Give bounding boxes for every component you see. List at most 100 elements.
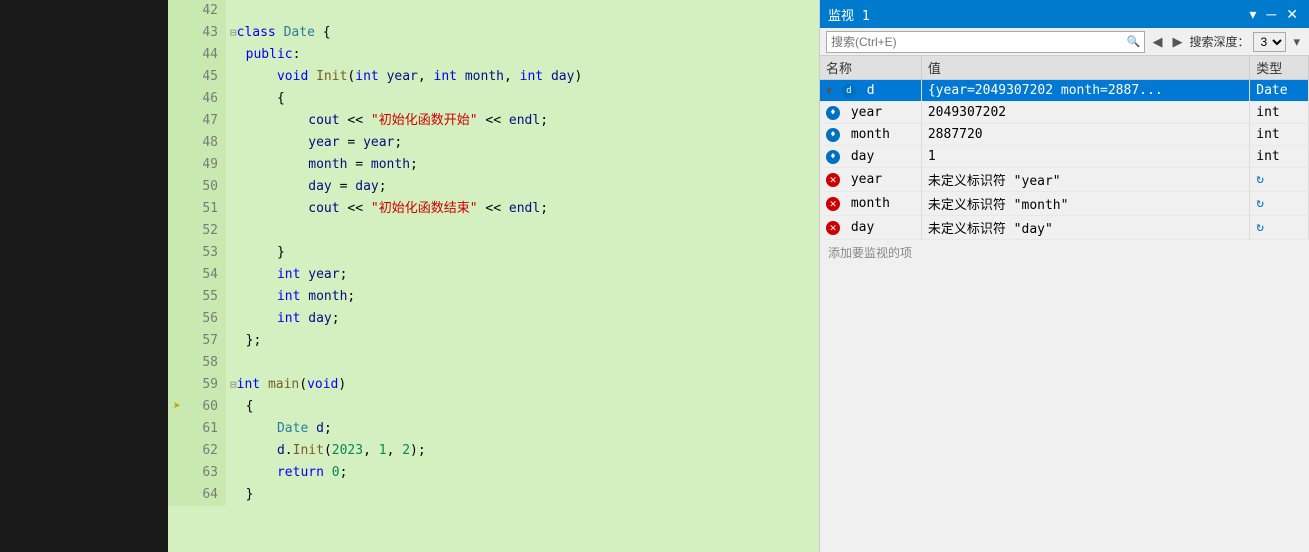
watch-cell-value: {year=2049307202 month=2887... xyxy=(921,80,1249,102)
expand-triangle-icon: ▼ xyxy=(826,86,832,97)
nav-next-button[interactable]: ▶ xyxy=(1169,34,1185,50)
class-name: Date xyxy=(284,25,315,40)
string-literal2: "初始化函数结束" xyxy=(371,201,478,216)
watch-close-button[interactable]: ✕ xyxy=(1283,6,1301,23)
arrow-col xyxy=(168,330,186,352)
line-number: 43 xyxy=(186,22,226,44)
line-content: month = month; xyxy=(226,154,819,176)
search-input[interactable] xyxy=(831,35,1127,49)
table-row: 44 public: xyxy=(168,44,819,66)
table-row: 57 }; xyxy=(168,330,819,352)
line-number: 57 xyxy=(186,330,226,352)
watch-cell-type: ↻ xyxy=(1250,168,1309,192)
member-day: day xyxy=(308,311,331,326)
watch-row-d[interactable]: ▼ d d {year=2049307202 month=2887... Dat… xyxy=(820,80,1309,102)
watch-row-d-day[interactable]: ♦ day 1 int xyxy=(820,146,1309,168)
line-content: { xyxy=(226,396,819,418)
arrow-col xyxy=(168,154,186,176)
nav-prev-button[interactable]: ◀ xyxy=(1149,34,1165,50)
watch-cell-value: 1 xyxy=(921,146,1249,168)
table-row: 59 ⊟int main(void) xyxy=(168,374,819,396)
search-box: 🔍 xyxy=(826,31,1145,53)
watch-cell-value: 未定义标识符 "year" xyxy=(921,168,1249,192)
watch-row-year-error[interactable]: ✕ year 未定义标识符 "year" ↻ xyxy=(820,168,1309,192)
watch-cell-type: ↻ xyxy=(1250,192,1309,216)
var-day: day xyxy=(308,179,331,194)
keyword-int-main: int xyxy=(237,377,260,392)
line-number: 61 xyxy=(186,418,226,440)
col-type: 类型 xyxy=(1250,56,1309,80)
line-content: d.Init(2023, 1, 2); xyxy=(226,440,819,462)
watch-table: 名称 值 类型 ▼ d d {year=2049307202 month=288… xyxy=(820,56,1309,552)
num-1: 1 xyxy=(379,443,387,458)
table-row: 64 } xyxy=(168,484,819,506)
endl: endl xyxy=(509,113,540,128)
watch-title: 监视 1 xyxy=(828,5,870,24)
var-d2: d xyxy=(277,443,285,458)
line-number: 59 xyxy=(186,374,226,396)
line-number: 49 xyxy=(186,154,226,176)
var-icon-blue-year: ♦ xyxy=(826,106,840,120)
function-name: Init xyxy=(316,69,347,84)
param-year: year xyxy=(387,69,418,84)
brace-end: } xyxy=(246,487,254,502)
table-row: 56 int day; xyxy=(168,308,819,330)
line-number: 42 xyxy=(186,0,226,22)
watch-cell-value: 2049307202 xyxy=(921,102,1249,124)
watch-cell-name: ♦ year xyxy=(820,102,921,124)
num-zero: 0 xyxy=(332,465,340,480)
table-row: 47 cout << "初始化函数开始" << endl; xyxy=(168,110,819,132)
watch-cell-name: ▼ d d xyxy=(820,80,921,102)
keyword-int3: int xyxy=(520,69,543,84)
watch-row-day-error[interactable]: ✕ day 未定义标识符 "day" ↻ xyxy=(820,216,1309,240)
var-d: d xyxy=(316,421,324,436)
arrow-col xyxy=(168,88,186,110)
keyword-cout2: cout xyxy=(308,201,339,216)
line-content: ⊟int main(void) xyxy=(226,374,819,396)
line-content: ⊟class Date { xyxy=(226,22,819,44)
fn-main: main xyxy=(268,377,299,392)
watch-row-month-error[interactable]: ✕ month 未定义标识符 "month" ↻ xyxy=(820,192,1309,216)
depth-select[interactable]: 3 1 2 4 5 xyxy=(1253,32,1286,52)
refresh-icon-day[interactable]: ↻ xyxy=(1256,220,1264,235)
line-number: 46 xyxy=(186,88,226,110)
table-row: 51 cout << "初始化函数结束" << endl; xyxy=(168,198,819,220)
line-content: void Init(int year, int month, int day) xyxy=(226,66,819,88)
line-number: 50 xyxy=(186,176,226,198)
watch-row-d-month[interactable]: ♦ month 2887720 int xyxy=(820,124,1309,146)
line-number: 54 xyxy=(186,264,226,286)
refresh-icon-month[interactable]: ↻ xyxy=(1256,196,1264,211)
arrow-col xyxy=(168,0,186,22)
error-icon-day: ✕ xyxy=(826,221,840,235)
var-label-day: day xyxy=(851,149,874,164)
watch-panel: 监视 1 ▾ ─ ✕ 🔍 ◀ ▶ 搜索深度： 3 1 2 4 5 ▾ 名称 xyxy=(819,0,1309,552)
line-number: 64 xyxy=(186,484,226,506)
var-month2: month xyxy=(371,157,410,172)
code-editor: 42 43 ⊟class Date { 44 public: 45 void I… xyxy=(168,0,819,552)
var-label-day-err: day xyxy=(851,220,874,235)
keyword-int: int xyxy=(355,69,378,84)
watch-dropdown-button[interactable]: ▾ xyxy=(1246,6,1259,23)
line-content xyxy=(226,352,819,374)
depth-dropdown-button[interactable]: ▾ xyxy=(1290,34,1303,50)
watch-row-d-year[interactable]: ♦ year 2049307202 int xyxy=(820,102,1309,124)
debug-arrow: ➤ xyxy=(173,399,181,414)
add-watch-label[interactable]: 添加要监视的项 xyxy=(820,240,1309,265)
var-icon-blue-month: ♦ xyxy=(826,128,840,142)
search-icon[interactable]: 🔍 xyxy=(1127,35,1141,48)
refresh-icon-year[interactable]: ↻ xyxy=(1256,172,1264,187)
arrow-col xyxy=(168,110,186,132)
arrow-col xyxy=(168,440,186,462)
watch-cell-value: 未定义标识符 "month" xyxy=(921,192,1249,216)
var-year: year xyxy=(308,135,339,150)
watch-minimize-button[interactable]: ─ xyxy=(1263,6,1279,23)
table-row: 50 day = day; xyxy=(168,176,819,198)
line-number: 55 xyxy=(186,286,226,308)
line-number: 51 xyxy=(186,198,226,220)
table-row: 54 int year; xyxy=(168,264,819,286)
line-content: public: xyxy=(226,44,819,66)
table-row: 43 ⊟class Date { xyxy=(168,22,819,44)
line-content: { xyxy=(226,88,819,110)
watch-cell-name: ♦ day xyxy=(820,146,921,168)
watch-cell-value: 未定义标识符 "day" xyxy=(921,216,1249,240)
